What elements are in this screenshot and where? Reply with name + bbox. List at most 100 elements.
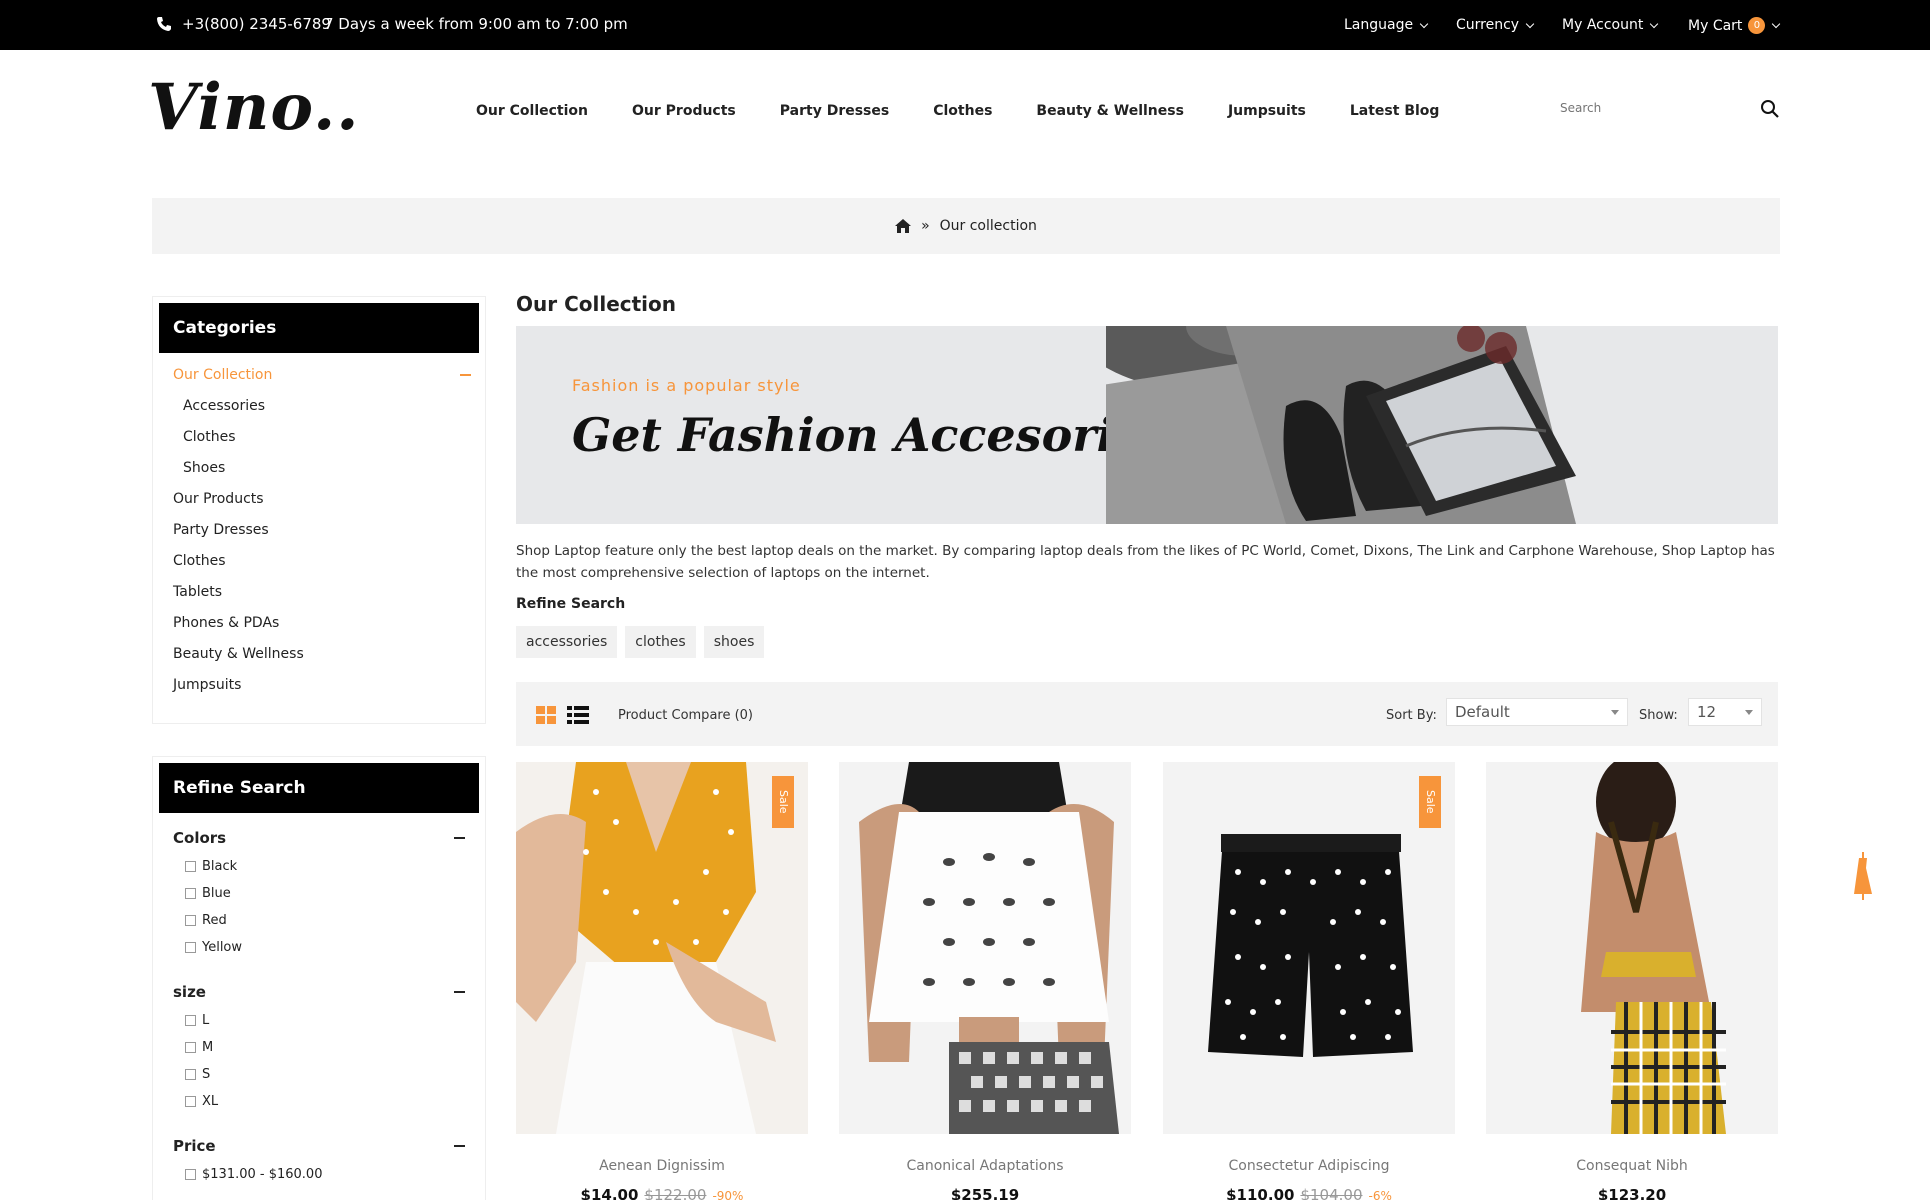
nav-party-dresses[interactable]: Party Dresses [780,103,889,119]
product-image[interactable] [1486,762,1778,1134]
product-image[interactable] [839,762,1131,1134]
collapse-icon[interactable] [454,991,465,993]
category-list: Our Collection Accessories Clothes Shoes… [153,353,485,706]
category-our-collection[interactable]: Our Collection [173,365,485,396]
checkbox[interactable] [185,1096,196,1107]
filter-option-s[interactable]: S [173,1061,465,1088]
price-filter: Price $131.00 - $160.00 [153,1131,485,1188]
category-phones-pdas[interactable]: Phones & PDAs [173,613,485,644]
filter-option-black[interactable]: Black [173,853,465,880]
category-label: Our Collection [173,367,273,383]
filter-option-yellow[interactable]: Yellow [173,934,465,961]
search-input[interactable] [1560,96,1730,120]
category-tablets[interactable]: Tablets [173,582,485,613]
checkbox[interactable] [185,861,196,872]
nav-our-products[interactable]: Our Products [632,103,736,119]
price-filter-title[interactable]: Price [173,1131,465,1161]
sort-label: Sort By: [1386,708,1437,723]
sort-select[interactable]: Default [1446,698,1628,726]
product-name[interactable]: Consectetur Adipiscing [1163,1158,1455,1174]
nav-clothes[interactable]: Clothes [933,103,992,119]
colors-filter-title[interactable]: Colors [173,823,465,853]
checkbox[interactable] [185,1069,196,1080]
filter-option-red[interactable]: Red [173,907,465,934]
filter-option-blue[interactable]: Blue [173,880,465,907]
filter-option-price[interactable]: $131.00 - $160.00 [173,1161,465,1188]
product-name[interactable]: Consequat Nibh [1486,1158,1778,1174]
price-discount: -90% [712,1189,744,1200]
nav-our-collection[interactable]: Our Collection [476,103,588,119]
product-name[interactable]: Aenean Dignissim [516,1158,808,1174]
sale-badge: Sale [1419,776,1441,828]
checkbox[interactable] [185,1015,196,1026]
language-label: Language [1344,17,1414,33]
product-photo-polka-shorts [1163,762,1455,1134]
checkbox[interactable] [185,1169,196,1180]
tag-shoes[interactable]: shoes [703,626,765,658]
category-our-products[interactable]: Our Products [173,489,485,520]
tag-clothes[interactable]: clothes [625,626,696,658]
filter-option-l[interactable]: L [173,1007,465,1034]
tag-accessories[interactable]: accessories [516,626,618,658]
banner-title: Get Fashion Accesories [572,408,1170,462]
show-value: 12 [1697,703,1717,721]
currency-dropdown[interactable]: Currency [1456,17,1535,33]
category-jumpsuits[interactable]: Jumpsuits [173,675,485,706]
grid-view-icon[interactable] [536,706,556,724]
product-compare-link[interactable]: Product Compare (0) [618,708,753,723]
checkbox[interactable] [185,888,196,899]
collapse-icon[interactable] [454,1145,465,1147]
size-filter: size L M S XL [153,977,485,1115]
subcategory-shoes[interactable]: Shoes [173,458,485,489]
breadcrumb-separator: » [921,218,930,234]
language-dropdown[interactable]: Language [1344,17,1429,33]
price-old: $104.00 [1300,1186,1363,1200]
banner-subtitle: Fashion is a popular style [572,376,801,395]
product-image[interactable]: Sale [1163,762,1455,1134]
price-current: $110.00 [1226,1186,1295,1200]
option-label: XL [202,1093,219,1109]
refine-search-title: Refine Search [159,763,479,813]
list-view-icon[interactable] [567,706,589,724]
product-card[interactable]: Consequat Nibh $123.20 [1486,762,1778,1200]
filter-option-m[interactable]: M [173,1034,465,1061]
checkbox[interactable] [185,1042,196,1053]
product-name[interactable]: Canonical Adaptations [839,1158,1131,1174]
price-title-label: Price [173,1137,216,1155]
chevron-down-icon [1525,19,1535,28]
product-card[interactable]: Sale Aenean Dignissim $14.00 $122.00 -90% [516,762,808,1200]
cart-label: My Cart [1688,17,1743,34]
filter-option-xl[interactable]: XL [173,1088,465,1115]
nav-jumpsuits[interactable]: Jumpsuits [1228,103,1306,119]
collapse-icon[interactable] [460,374,471,376]
breadcrumb-current[interactable]: Our collection [940,218,1037,234]
product-card[interactable]: Sale Consectetur Adipiscing $110.00 $104.… [1163,762,1455,1200]
nav-beauty-wellness[interactable]: Beauty & Wellness [1036,103,1184,119]
subcategory-clothes[interactable]: Clothes [173,427,485,458]
category-beauty-wellness[interactable]: Beauty & Wellness [173,644,485,675]
checkbox[interactable] [185,942,196,953]
product-photo-lace-top [839,762,1131,1134]
size-filter-title[interactable]: size [173,977,465,1007]
site-logo[interactable]: Vino.. [148,70,360,145]
dropdown-arrow-icon [1611,710,1619,715]
colors-filter: Colors Black Blue Red Yellow [153,823,485,961]
price-current: $123.20 [1597,1186,1667,1200]
nav-latest-blog[interactable]: Latest Blog [1350,103,1440,119]
option-label: M [202,1039,214,1055]
product-price: $123.20 [1486,1186,1778,1200]
account-dropdown[interactable]: My Account [1562,17,1659,33]
dress-icon[interactable] [1852,852,1874,902]
home-icon[interactable] [895,219,912,233]
option-label: $131.00 - $160.00 [202,1166,323,1182]
cart-dropdown[interactable]: My Cart 0 [1688,17,1781,34]
collapse-icon[interactable] [454,837,465,839]
category-party-dresses[interactable]: Party Dresses [173,520,485,551]
search-icon[interactable] [1760,99,1780,119]
checkbox[interactable] [185,915,196,926]
product-image[interactable]: Sale [516,762,808,1134]
subcategory-accessories[interactable]: Accessories [173,396,485,427]
category-clothes[interactable]: Clothes [173,551,485,582]
product-card[interactable]: Canonical Adaptations $255.19 [839,762,1131,1200]
show-select[interactable]: 12 [1688,698,1762,726]
